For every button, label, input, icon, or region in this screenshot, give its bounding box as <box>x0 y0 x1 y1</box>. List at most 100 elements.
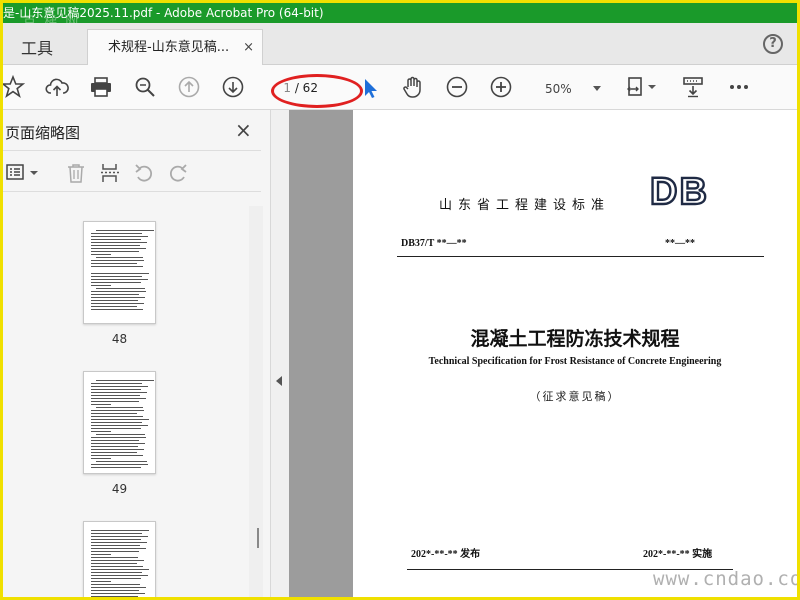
thumbnail-text-line <box>96 461 147 462</box>
tab-document[interactable]: 术规程-山东意见稿... × <box>87 29 263 65</box>
tab-close-icon[interactable]: × <box>243 30 254 66</box>
thumbnail-text-line <box>91 560 144 561</box>
thumbnail-text-line <box>91 584 140 585</box>
thumbnail-text-line <box>91 266 143 267</box>
document-background <box>289 110 353 597</box>
thumbnail-text-line <box>91 581 111 582</box>
page-down-icon[interactable] <box>221 75 245 99</box>
thumbnail-text-line <box>91 428 141 429</box>
rotate-left-icon[interactable] <box>133 162 155 184</box>
thumbnail-text-line <box>91 260 144 261</box>
thumbnail-text-line <box>91 578 141 579</box>
rotate-right-icon[interactable] <box>167 162 189 184</box>
thumbnail-text-line <box>91 389 141 390</box>
thumbnail-text-line <box>91 254 111 255</box>
thumbnail-text-line <box>91 431 111 432</box>
thumbnail-text-line <box>91 242 147 243</box>
page-number-highlight-ellipse <box>271 74 363 108</box>
thumbnail-text-line <box>91 279 148 280</box>
thumbnail-text-line <box>91 383 142 384</box>
thumbnail-text-line <box>91 536 148 537</box>
thumbnail-text-line <box>91 425 148 426</box>
thumbnail-text-line <box>91 548 146 549</box>
fit-page-icon[interactable] <box>625 75 649 99</box>
page-up-icon[interactable] <box>177 75 201 99</box>
thumbnail-options-icon[interactable] <box>5 163 39 183</box>
panel-close-icon[interactable]: × <box>235 118 252 142</box>
thumbnail-text-line <box>96 230 154 231</box>
thumbnail-text-line <box>91 530 149 531</box>
thumbnail-text-line <box>91 291 146 292</box>
thumbnail-text-line <box>91 303 144 304</box>
zoom-search-icon[interactable] <box>133 75 157 99</box>
thumbnail-label: 48 <box>111 332 128 346</box>
thumbnail-text-line <box>91 566 143 567</box>
extract-pages-icon[interactable] <box>99 162 121 184</box>
page-thumbnail-49[interactable] <box>83 371 156 474</box>
thumbnail-text-line <box>91 251 139 252</box>
thumbnail-text-line <box>96 380 154 381</box>
thumbnail-text-line <box>91 575 148 576</box>
thumbnail-text-line <box>91 572 142 573</box>
zoom-in-icon[interactable] <box>489 75 513 99</box>
thumbnail-text-line <box>91 294 139 295</box>
thumbnail-scrollbar[interactable] <box>249 206 263 597</box>
thumbnail-text-line <box>91 233 142 234</box>
panel-collapse-strip[interactable] <box>271 110 289 597</box>
draft-note: （征求意见稿） <box>529 390 621 403</box>
hand-tool-icon[interactable] <box>401 75 425 99</box>
thumbnail-text-line <box>91 587 146 588</box>
thumbnail-text-line <box>91 455 143 456</box>
thumbnail-list: 48 49 <box>3 193 271 597</box>
thumbnail-toolbar <box>3 150 261 192</box>
thumbnail-label: 49 <box>111 482 128 496</box>
cloud-upload-icon[interactable] <box>45 75 69 99</box>
thumbnail-text-line <box>91 263 137 264</box>
tab-tools[interactable]: 工具 <box>21 35 53 59</box>
page-thumbnails-panel: 页面缩略图 × 48 49 <box>3 110 271 597</box>
chevron-down-icon[interactable] <box>647 75 657 99</box>
standard-number: DB37/T **—** <box>401 238 467 249</box>
thumbnail-text-line <box>91 282 141 283</box>
delete-icon[interactable] <box>65 162 87 184</box>
thumbnail-text-line <box>91 416 143 417</box>
acrobat-window: 是-山东意见稿2025.11.pdf - Adobe Acrobat Pro (… <box>3 3 797 597</box>
thumbnail-text-line <box>91 596 138 597</box>
thumbnail-text-line <box>91 285 111 286</box>
chevron-down-icon <box>593 86 601 91</box>
collapse-arrow-icon[interactable] <box>276 376 282 386</box>
thumbnail-text-line <box>91 545 140 546</box>
thumbnail-text-line <box>91 464 148 465</box>
db-logo: DB <box>649 170 709 210</box>
thumbnail-text-line <box>91 539 141 540</box>
thumbnail-text-line <box>91 437 146 438</box>
thumbnail-text-line <box>91 276 142 277</box>
thumbnail-text-line <box>91 239 141 240</box>
tab-document-label: 术规程-山东意见稿... <box>108 40 230 55</box>
thumbnail-text-line <box>91 443 145 444</box>
more-options-icon[interactable] <box>727 75 751 99</box>
thumbnail-text-line <box>91 458 111 459</box>
page-thumbnail-48[interactable] <box>83 221 156 324</box>
scroll-mode-icon[interactable] <box>681 75 705 99</box>
db-logo-text: DB <box>650 171 709 210</box>
thumbnail-text-line <box>91 309 143 310</box>
page-thumbnail-50[interactable] <box>83 521 156 597</box>
thumbnail-text-line <box>91 398 146 399</box>
thumbnail-text-line <box>91 404 111 405</box>
thumbnail-text-line <box>91 273 149 274</box>
scrollbar-thumb[interactable] <box>257 528 259 548</box>
star-icon[interactable] <box>3 75 25 99</box>
zoom-out-icon[interactable] <box>445 75 469 99</box>
thumbnail-text-line <box>91 410 144 411</box>
thumbnail-text-line <box>91 542 147 543</box>
print-icon[interactable] <box>89 75 113 99</box>
thumbnail-text-line <box>91 446 138 447</box>
thumbnail-text-line <box>91 392 147 393</box>
thumbnail-text-line <box>91 557 138 558</box>
zoom-level-select[interactable]: 50% <box>533 79 605 99</box>
thumbnail-text-line <box>91 440 139 441</box>
help-icon[interactable]: ? <box>763 34 783 54</box>
thumbnail-text-line <box>91 236 148 237</box>
main-toolbar: 1 / 62 50% <box>3 65 797 110</box>
